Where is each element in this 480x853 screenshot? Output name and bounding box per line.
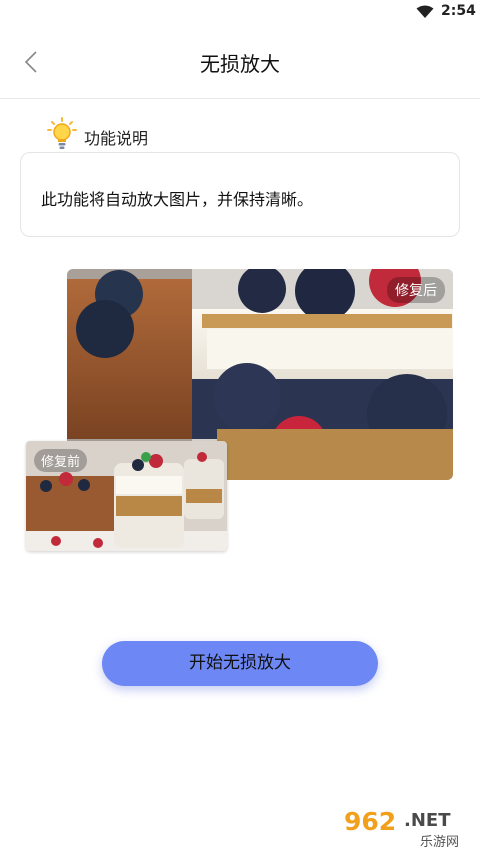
page-title: 无损放大	[200, 52, 280, 76]
watermark-suffix: .NET	[404, 810, 451, 831]
description-card: 此功能将自动放大图片，并保持清晰。	[20, 152, 460, 237]
section-title: 功能说明	[84, 129, 149, 148]
watermark-caption: 乐游网	[420, 835, 459, 849]
start-enlarge-button[interactable]: 开始无损放大	[102, 641, 378, 686]
before-label: 修复前	[34, 449, 88, 472]
header: 无损放大	[0, 24, 480, 99]
watermark-logo: 962 .NET 乐游网	[344, 807, 459, 849]
lightbulb-icon	[47, 117, 77, 149]
before-image: 修复前	[26, 441, 227, 551]
status-bar: 2:54	[0, 0, 480, 24]
description-text: 此功能将自动放大图片，并保持清晰。	[41, 190, 314, 209]
status-time: 2:54	[441, 3, 476, 19]
wifi-icon	[416, 5, 434, 18]
watermark-number: 962	[344, 807, 396, 836]
after-label: 修复后	[387, 277, 445, 303]
